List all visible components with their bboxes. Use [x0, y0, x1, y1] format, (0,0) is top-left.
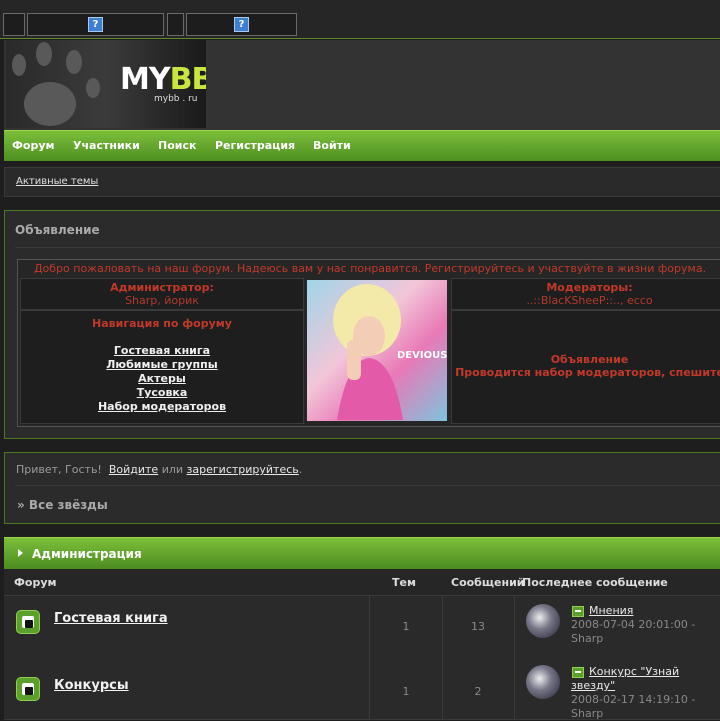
help-icon: ?: [234, 17, 249, 32]
topics-count: 1: [402, 685, 410, 698]
notice-title: Объявление: [550, 353, 629, 366]
forum-name[interactable]: Гостевая книга: [54, 611, 168, 626]
toolbar-box-1[interactable]: [3, 13, 25, 36]
notice-cell: Объявление Проводится набор модераторов,…: [451, 310, 720, 424]
admin-cell: Администратор: Sharp, йорик: [20, 278, 304, 310]
top-toolbar: ? ? ?: [0, 0, 720, 39]
announcement-title: Объявление: [15, 223, 100, 237]
active-topics-link[interactable]: Активные темы: [16, 176, 98, 187]
moderators-label: Модераторы:: [546, 281, 633, 294]
guest-panel: Привет, Гость! Войдите или зарегистрируй…: [4, 452, 720, 524]
toolbar-box-3[interactable]: [167, 13, 184, 36]
dot-text: .: [298, 463, 303, 476]
table-row: Конкурсы 1 2 Конкурс "Узнай звезду" 2008…: [4, 657, 720, 720]
logo-text: MYBB: [120, 62, 206, 97]
last-post-info: Мнения 2008-07-04 20:01:00 - Sharp: [571, 604, 720, 646]
last-post-title[interactable]: Мнения: [589, 604, 633, 617]
last-post-author: Sharp: [571, 707, 604, 720]
site-logo[interactable]: MYBB mybb . ru: [6, 40, 206, 128]
paw-toe-icon: [66, 50, 82, 74]
avatar[interactable]: [526, 604, 560, 638]
admin-names: Sharp, йорик: [125, 294, 199, 307]
nav-title: Навигация по форуму: [92, 317, 232, 330]
admin-label: Администратор:: [110, 281, 214, 294]
last-post-author: Sharp: [571, 632, 604, 645]
forum-name[interactable]: Конкурсы: [54, 678, 129, 693]
nav-item-forum[interactable]: Форум: [12, 139, 55, 152]
section-stars[interactable]: » Все звёзды: [17, 498, 108, 512]
or-text: или: [161, 463, 184, 476]
nav-cell: Навигация по форуму Гостевая книга Любим…: [20, 310, 304, 424]
featured-photo: DEVIOUS: [307, 280, 447, 421]
column-posts: Сообщений: [451, 576, 525, 589]
table-row: Гостевая книга 1 13 Мнения 2008-07-04 20…: [4, 596, 720, 659]
forum-icon: [16, 677, 40, 701]
avatar[interactable]: [526, 665, 560, 699]
divider: [15, 485, 720, 486]
column-forum: Форум: [14, 576, 57, 589]
column-last-post: Последнее сообщение: [522, 576, 668, 589]
announcement-panel: Объявление Добро пожаловать на наш форум…: [4, 210, 720, 439]
divider: [15, 247, 720, 248]
link-guestbook[interactable]: Гостевая книга: [21, 344, 303, 358]
toolbar-box-4[interactable]: ?: [186, 13, 297, 36]
nav-item-register[interactable]: Регистрация: [215, 139, 295, 152]
help-icon: ?: [88, 17, 103, 32]
last-post-title[interactable]: Конкурс "Узнай звезду": [571, 665, 679, 692]
main-nav: Форум Участники Поиск Регистрация Войти: [4, 130, 720, 161]
forum-icon: [16, 610, 40, 634]
paw-toe-icon: [36, 42, 52, 66]
column-topics: Тем: [392, 576, 416, 589]
moderators-names: ..::BlacKSheeP::.., ecco: [526, 294, 653, 307]
nav-item-login[interactable]: Войти: [313, 139, 351, 152]
topics-count: 1: [402, 620, 410, 633]
toolbar-box-2[interactable]: ?: [27, 13, 164, 36]
breadcrumb: Активные темы: [4, 167, 720, 197]
welcome-text: Добро пожаловать на наш форум. Надеюсь в…: [33, 262, 707, 275]
paw-toe-icon: [86, 78, 100, 98]
last-post-info: Конкурс "Узнай звезду" 2008-02-17 14:19:…: [571, 665, 720, 721]
guest-greeting: Привет, Гость! Войдите или зарегистрируй…: [16, 463, 302, 476]
announcement-table: Добро пожаловать на наш форум. Надеюсь в…: [17, 259, 720, 427]
category-title: Администрация: [32, 547, 142, 561]
paw-icon: [24, 82, 76, 126]
photo-caption: DEVIOUS: [397, 350, 447, 361]
login-link[interactable]: Войдите: [109, 463, 158, 476]
posts-count: 2: [474, 685, 482, 698]
posts-count: 13: [471, 620, 485, 633]
nav-item-search[interactable]: Поиск: [158, 139, 196, 152]
category-header[interactable]: Администрация: [4, 537, 720, 570]
link-moderator-recruitment[interactable]: Набор модераторов: [21, 400, 303, 414]
last-post-date: 2008-07-04 20:01:00 -: [571, 618, 696, 631]
link-favorite-groups[interactable]: Любимые группы: [21, 358, 303, 372]
notice-text: Проводится набор модераторов, спешите: [455, 366, 720, 379]
greeting-text: Привет, Гость!: [16, 463, 102, 476]
paw-toe-icon: [12, 54, 26, 76]
register-link[interactable]: зарегистрируйтесь: [187, 463, 299, 476]
collapse-arrow-icon[interactable]: [18, 549, 23, 557]
logo-subtitle: mybb . ru: [154, 94, 198, 104]
forum-table-header: Форум Тем Сообщений Последнее сообщение: [4, 569, 720, 596]
link-actors[interactable]: Актеры: [21, 372, 303, 386]
link-party[interactable]: Тусовка: [21, 386, 303, 400]
nav-item-members[interactable]: Участники: [73, 139, 140, 152]
site-header: MYBB mybb . ru: [4, 40, 720, 130]
moderators-cell: Модераторы: ..::BlacKSheeP::.., ecco: [451, 278, 720, 310]
last-post-date: 2008-02-17 14:19:10 -: [571, 693, 696, 706]
